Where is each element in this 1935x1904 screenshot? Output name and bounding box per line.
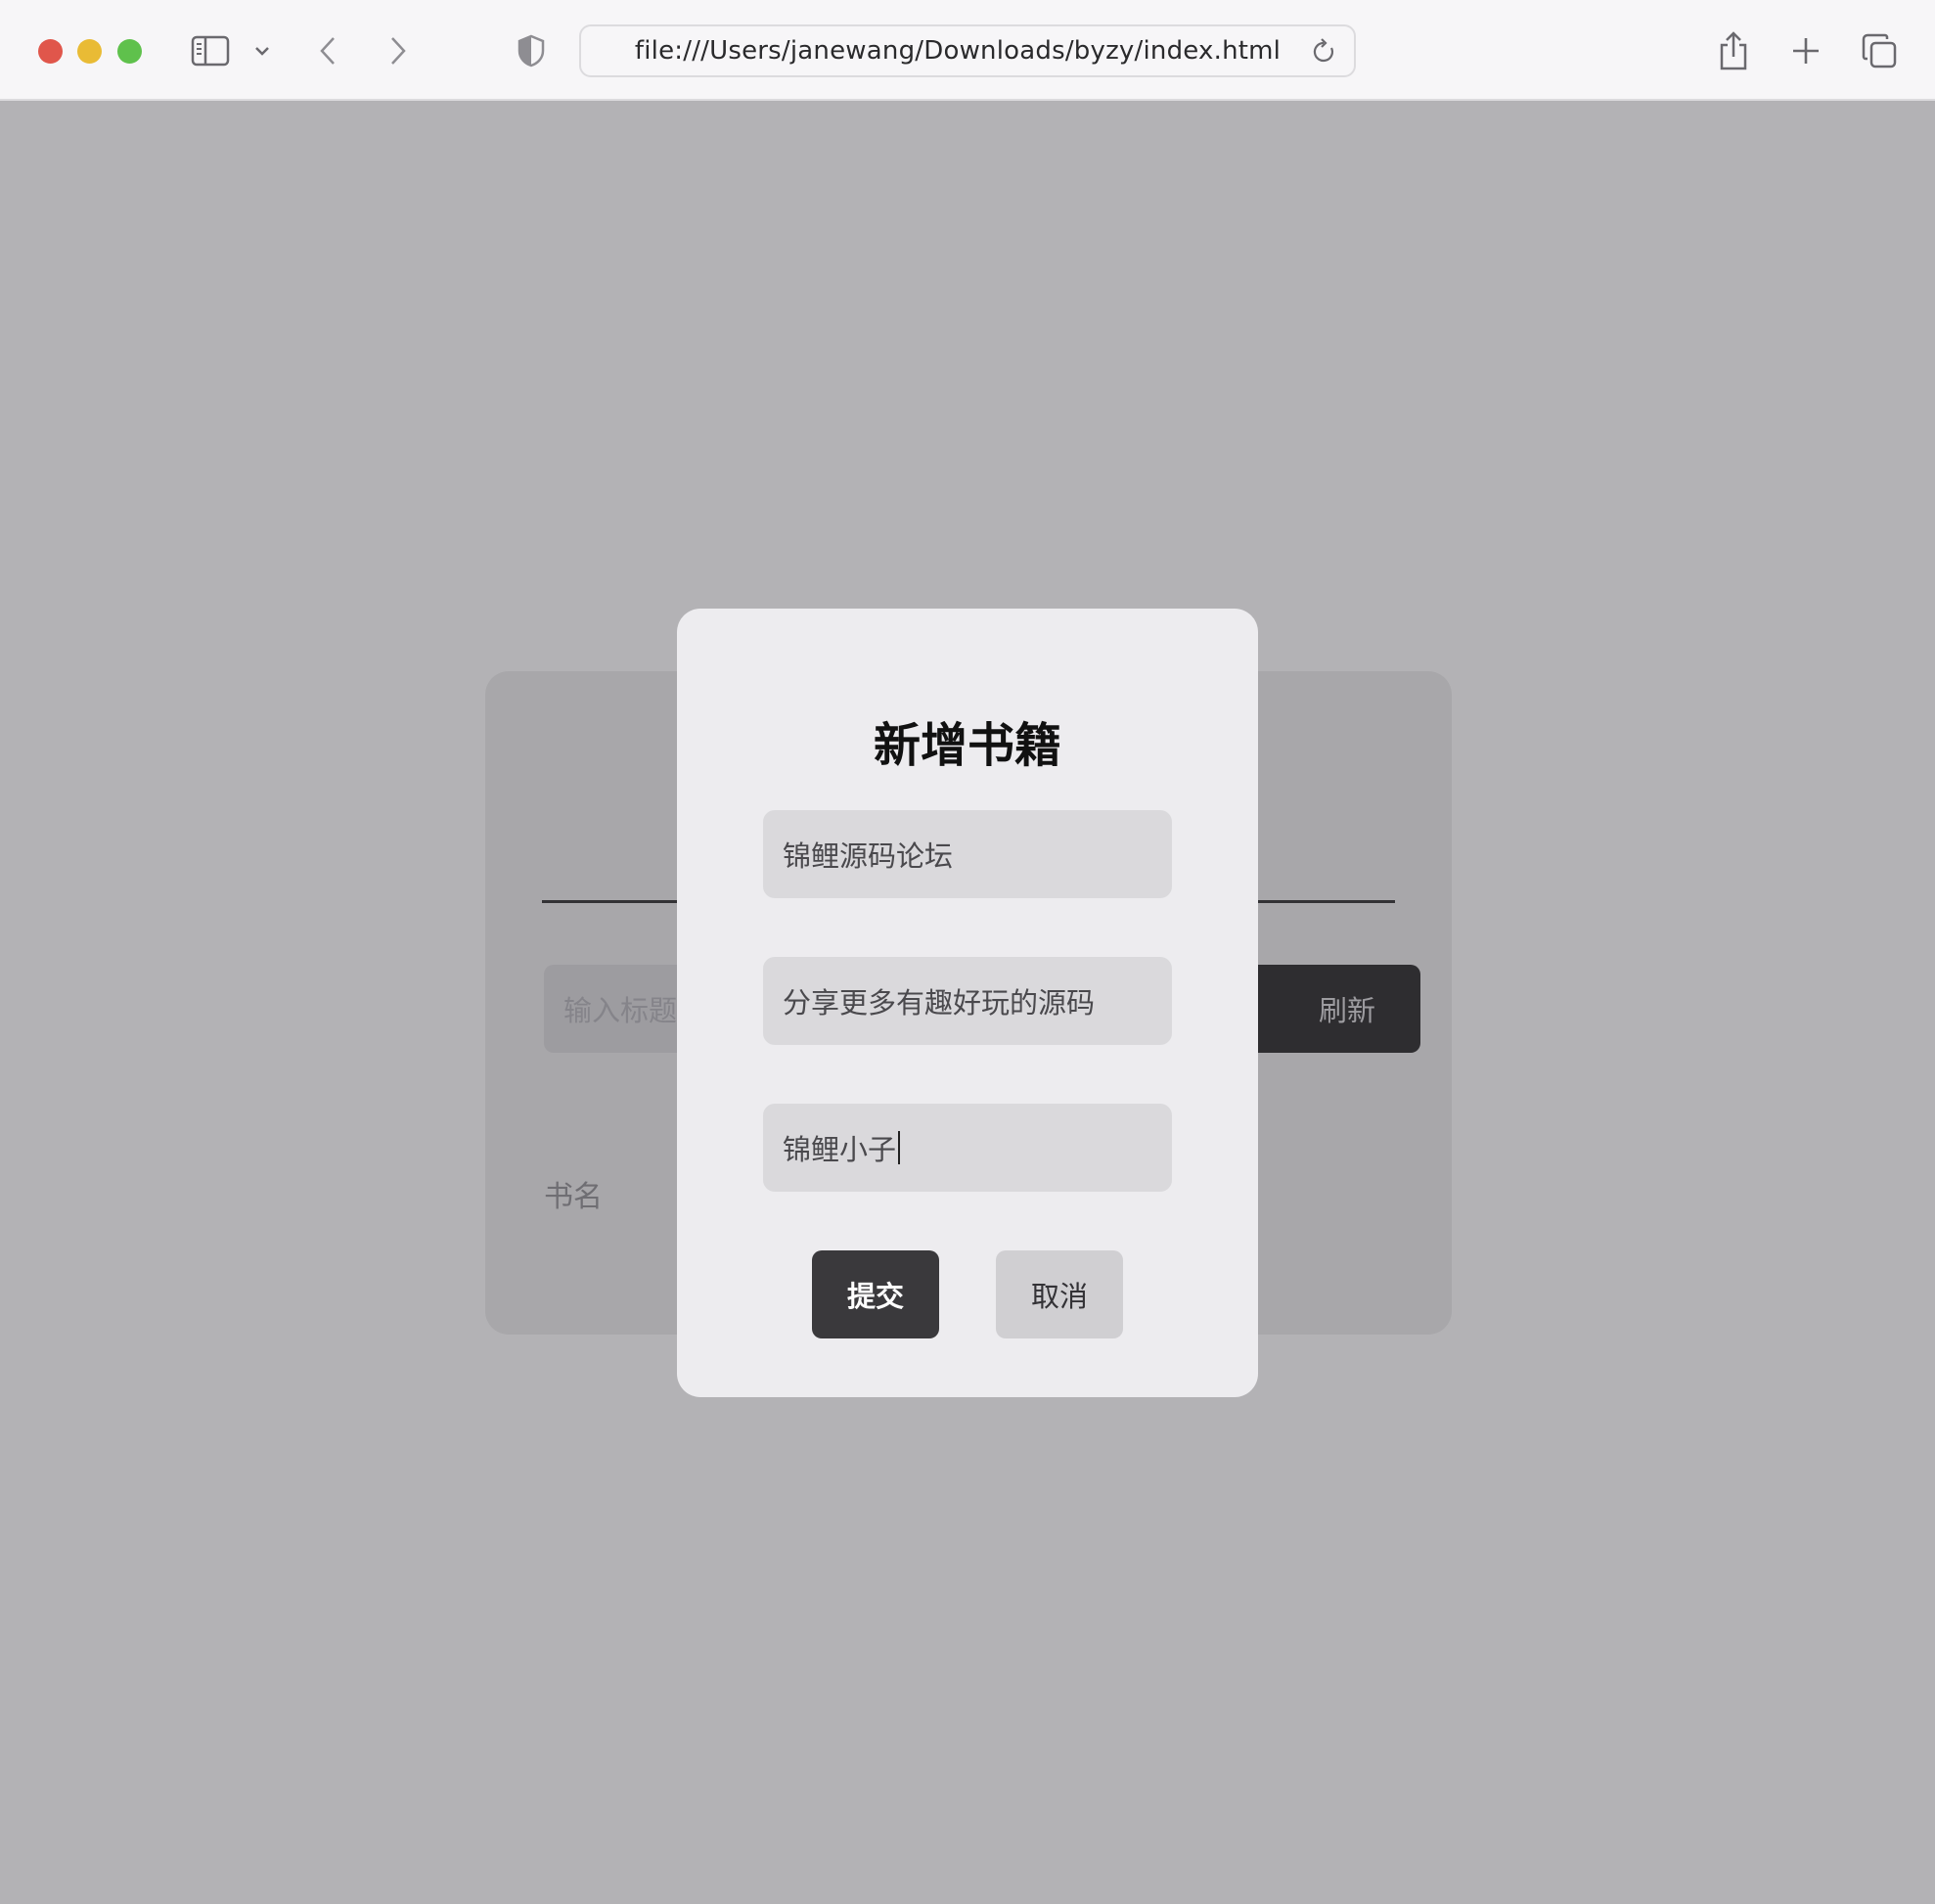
chevron-down-icon[interactable]: [252, 27, 272, 74]
text-caret: [898, 1131, 901, 1164]
book-description-input[interactable]: 分享更多有趣好玩的源码: [763, 957, 1172, 1045]
address-bar[interactable]: file:///Users/janewang/Downloads/byzy/in…: [579, 24, 1356, 77]
back-icon[interactable]: [315, 27, 340, 74]
add-book-dialog: 新增书籍 锦鲤源码论坛 分享更多有趣好玩的源码 锦鲤小子 提交 取消: [677, 609, 1258, 1397]
url-text: file:///Users/janewang/Downloads/byzy/in…: [634, 36, 1282, 66]
privacy-shield-icon[interactable]: [517, 27, 546, 74]
book-title-value: 锦鲤源码论坛: [783, 839, 954, 873]
cancel-button[interactable]: 取消: [996, 1250, 1123, 1338]
book-author-value: 锦鲤小子: [783, 1133, 897, 1166]
title-underline: [1258, 900, 1395, 903]
minimize-window-button[interactable]: [77, 39, 102, 64]
share-icon[interactable]: [1718, 27, 1749, 74]
submit-button[interactable]: 提交: [812, 1250, 939, 1338]
title-underline: [542, 900, 698, 903]
book-author-input[interactable]: 锦鲤小子: [763, 1104, 1172, 1192]
refresh-button-label: 刷新: [1318, 994, 1375, 1027]
zoom-window-button[interactable]: [117, 39, 142, 64]
book-title-input[interactable]: 锦鲤源码论坛: [763, 810, 1172, 898]
close-window-button[interactable]: [38, 39, 63, 64]
sidebar-toggle-icon[interactable]: [190, 27, 231, 74]
forward-icon[interactable]: [385, 27, 411, 74]
new-tab-icon[interactable]: [1790, 27, 1822, 74]
browser-toolbar: file:///Users/janewang/Downloads/byzy/in…: [0, 0, 1935, 101]
tab-overview-icon[interactable]: [1861, 27, 1898, 74]
dialog-title: 新增书籍: [873, 718, 1061, 773]
column-header-title: 书名: [544, 1180, 603, 1214]
reload-icon[interactable]: [1311, 38, 1336, 69]
search-placeholder: 输入标题: [563, 994, 678, 1027]
book-description-value: 分享更多有趣好玩的源码: [783, 986, 1096, 1020]
